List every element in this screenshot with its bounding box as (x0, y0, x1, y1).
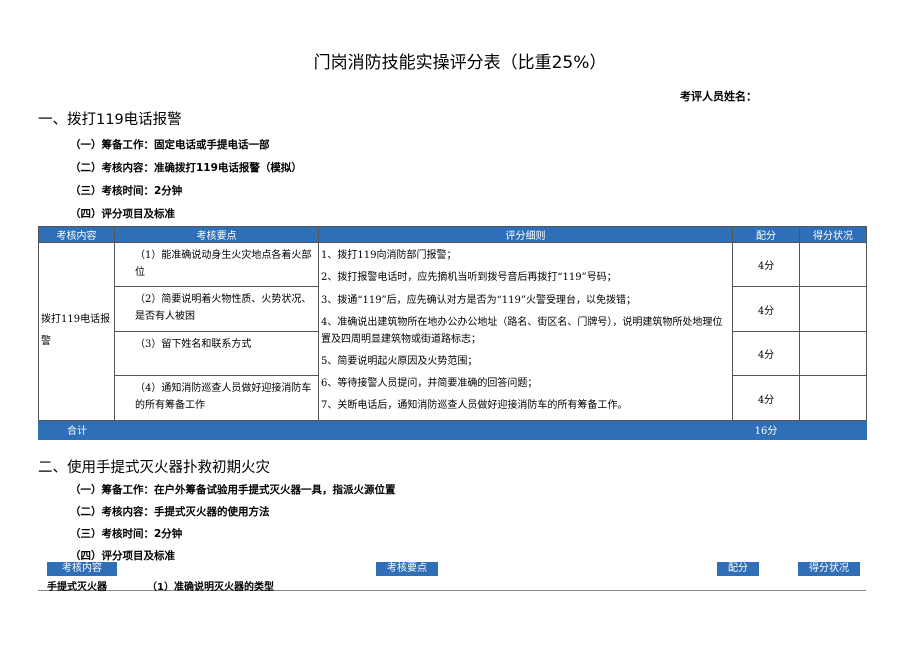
details-cell: 1、拨打119向消防部门报警； 2、拨打报警电话时，应先摘机当听到拨号音后再拨打… (318, 242, 733, 421)
section2-point: （1）准确说明灭火器的类型 (147, 582, 274, 593)
score-cell: 4分 (732, 375, 800, 421)
section2-prep: （一）筹备工作：在户外筹备试验用手提式灭火器一具，指派火源位置 (70, 484, 396, 496)
score-cell: 4分 (732, 286, 800, 332)
point-cell: （1）能准确说动身生火灾地点各着火部位 (114, 241, 319, 288)
detail-line: 6、等待接警人员提问，并简要准确的回答问题； (321, 378, 538, 390)
section2-heading: 二、使用手提式灭火器扑救初期火灾 (38, 460, 270, 476)
section1-criteria: （四）评分项目及标准 (70, 208, 175, 220)
section1-heading: 一、拨打119电话报警 (38, 112, 182, 128)
section1-time: （三）考核时间：2分钟 (70, 185, 183, 197)
section2-header-points: 考核要点 (376, 562, 438, 576)
table-row: 拨打119电话报警 （1）能准确说动身生火灾地点各着火部位 1、拨打119向消防… (38, 241, 867, 421)
examiner-name-label: 考评人员姓名： (680, 90, 757, 103)
category-cell: 拨打119电话报警 (38, 242, 115, 421)
detail-line: 7、关断电话后，通知消防巡查人员做好迎接消防车的所有筹备工作。 (321, 400, 628, 412)
result-cell[interactable] (799, 330, 867, 377)
detail-line: 5、简要说明起火原因及火势范围； (321, 355, 478, 367)
header-result: 得分状况 (799, 226, 867, 243)
header-points: 考核要点 (114, 226, 319, 243)
header-score: 配分 (732, 226, 800, 243)
result-cell[interactable] (799, 286, 867, 332)
section2-time: （三）考核时间：2分钟 (70, 528, 183, 540)
total-score: 16分 (732, 419, 800, 440)
table-header-row: 考核内容 考核要点 评分细则 配分 得分状况 (38, 226, 867, 243)
total-label: 合计 (38, 419, 319, 440)
point-cell: （2）简要说明着火物性质、火势状况、是否有人被困 (114, 286, 319, 332)
detail-line: 1、拨打119向消防部门报警； (321, 250, 457, 261)
page-title: 门岗消防技能实操评分表（比重25%） (313, 53, 607, 73)
point-cell: （3）留下姓名和联系方式 (114, 330, 319, 377)
section2-header-score: 配分 (717, 562, 759, 576)
detail-line: 4、准确说出建筑物所在地办公办公地址（路名、街区名、门牌号），说明建筑物所处地理… (321, 316, 723, 345)
section2-criteria: （四）评分项目及标准 (70, 550, 175, 562)
score-table: 考核内容 考核要点 评分细则 配分 得分状况 拨打119电话报警 （1）能准确说… (38, 226, 867, 440)
section1-prep: （一）筹备工作：固定电话或手提电话一部 (70, 139, 270, 151)
section1-content: （二）考核内容：准确拨打119电话报警（模拟） (70, 162, 302, 174)
section2-header-content: 考核内容 (47, 562, 117, 576)
score-cell: 4分 (732, 330, 800, 377)
section2-category: 手提式灭火器 (47, 582, 107, 593)
section2-content: （二）考核内容：手提式灭火器的使用方法 (70, 506, 270, 518)
detail-line: 2、拨打报警电话时，应先摘机当听到拨号音后再拨打“119”号码； (321, 272, 617, 284)
header-details: 评分细则 (318, 226, 733, 243)
section2-header-result: 得分状况 (798, 562, 860, 576)
point-cell: （4）通知消防巡查人员做好迎接消防车的所有筹备工作 (114, 375, 319, 421)
result-cell[interactable] (799, 241, 867, 288)
score-cell: 4分 (732, 241, 800, 288)
header-content: 考核内容 (38, 226, 115, 243)
result-cell[interactable] (799, 375, 867, 421)
total-row: 合计 16分 (38, 419, 867, 440)
detail-line: 3、拨通“119”后，应先确认对方是否为“119”火警受理台，以免拨错； (321, 294, 636, 306)
